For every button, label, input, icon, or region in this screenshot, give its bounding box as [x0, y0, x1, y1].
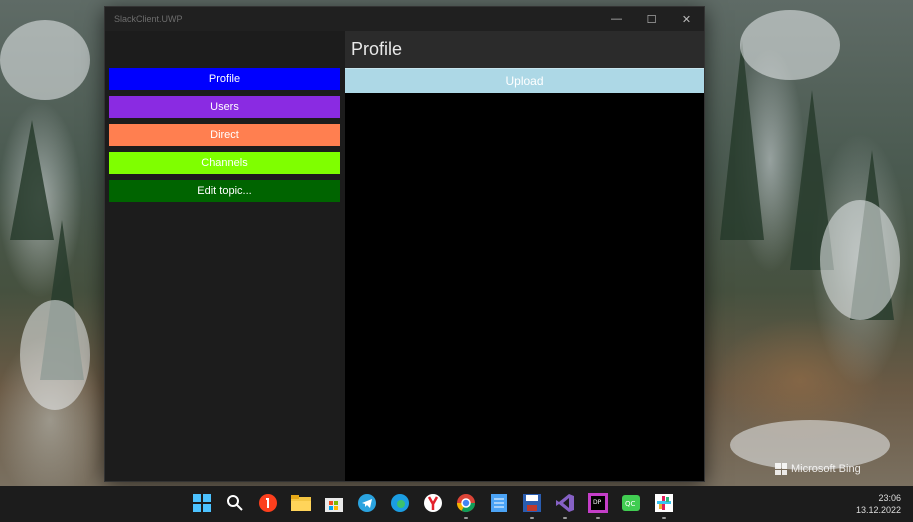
telegram-icon[interactable] [355, 491, 379, 515]
users-button[interactable]: Users [109, 96, 340, 118]
wallpaper-snow [0, 20, 90, 100]
visual-studio-icon[interactable] [553, 491, 577, 519]
page-title: Profile [345, 31, 704, 68]
microsoft-store-icon[interactable] [322, 491, 346, 515]
running-indicator [530, 517, 534, 519]
svg-text:QC: QC [625, 500, 636, 508]
upload-button[interactable]: Upload [345, 68, 704, 93]
yandex-browser-icon[interactable] [256, 491, 280, 515]
sidebar: Profile Users Direct Channels Edit topic… [105, 31, 345, 481]
taskbar: DP QC 23:06 13.12.2022 [0, 486, 913, 522]
profile-button[interactable]: Profile [109, 68, 340, 90]
maximize-button[interactable]: ☐ [634, 7, 669, 31]
close-button[interactable]: ✕ [669, 7, 704, 31]
direct-button[interactable]: Direct [109, 124, 340, 146]
edit-topic-button[interactable]: Edit topic... [109, 180, 340, 202]
notepad-icon[interactable] [487, 491, 511, 515]
clock-date: 13.12.2022 [855, 505, 901, 515]
clock-time: 23:06 [878, 493, 901, 503]
running-indicator [563, 517, 567, 519]
window-title: SlackClient.UWP [114, 14, 183, 24]
taskbar-icons: DP QC [190, 491, 676, 519]
slack-icon[interactable] [652, 491, 676, 519]
running-indicator [596, 517, 600, 519]
wallpaper-snow [740, 10, 840, 80]
chrome-icon[interactable] [454, 491, 478, 519]
minimize-button[interactable]: — [599, 7, 634, 31]
bing-watermark: Microsoft Bing [775, 463, 861, 475]
qt-creator-icon[interactable]: QC [619, 491, 643, 515]
windows-start-icon[interactable] [190, 491, 214, 515]
yandex-icon[interactable] [421, 491, 445, 515]
channels-button[interactable]: Channels [109, 152, 340, 174]
microsoft-logo-icon [775, 463, 787, 475]
title-bar[interactable]: SlackClient.UWP — ☐ ✕ [105, 7, 704, 31]
running-indicator [464, 517, 468, 519]
save-disk-icon[interactable] [520, 491, 544, 519]
window-controls: — ☐ ✕ [599, 7, 704, 31]
edge-icon[interactable] [388, 491, 412, 515]
bing-watermark-text: Microsoft Bing [791, 463, 861, 475]
system-clock[interactable]: 23:06 13.12.2022 [856, 492, 901, 516]
main-panel: Profile Upload [345, 31, 704, 481]
wallpaper-snow [820, 200, 900, 320]
jetbrains-dotpeek-icon[interactable]: DP [586, 491, 610, 519]
file-explorer-icon[interactable] [289, 491, 313, 515]
window-content: Profile Users Direct Channels Edit topic… [105, 31, 704, 481]
search-icon[interactable] [223, 491, 247, 515]
svg-text:DP: DP [593, 499, 602, 506]
running-indicator [662, 517, 666, 519]
app-window: SlackClient.UWP — ☐ ✕ Profile Users Dire… [104, 6, 705, 482]
wallpaper-snow [20, 300, 90, 410]
